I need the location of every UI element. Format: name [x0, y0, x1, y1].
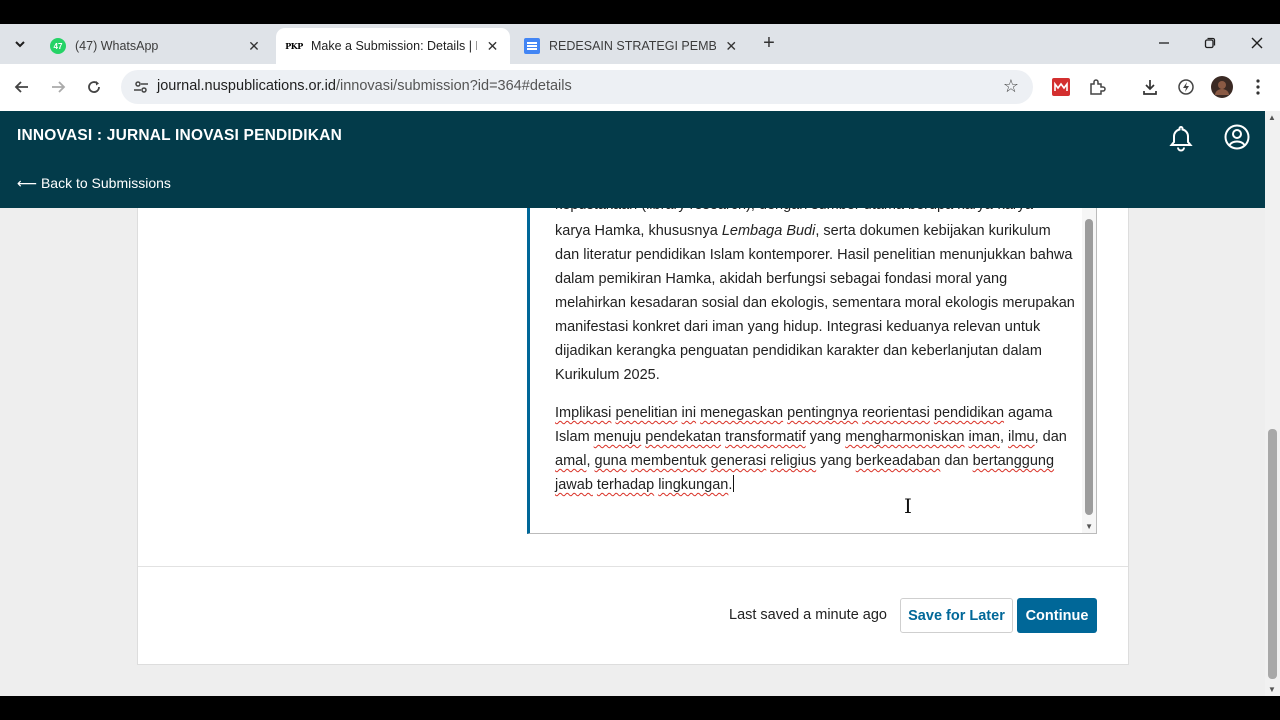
misspelled-word: berkeadaban [855, 453, 941, 469]
new-tab-plus-icon[interactable]: + [758, 32, 780, 54]
misspelled-word: ilmu [1008, 429, 1035, 445]
text-segment: yang [805, 429, 846, 445]
tab-search-chevron-icon[interactable] [8, 32, 32, 56]
misspelled-word: pendidikan [933, 405, 1005, 421]
abstract-paragraph-1: karya Hamka, khususnya Lembaga Budi, ser… [555, 219, 1075, 387]
misspelled-word: jawab [555, 477, 593, 493]
text-segment: , [999, 429, 1009, 445]
window-close-icon[interactable] [1245, 32, 1269, 56]
page-scrollbar-thumb[interactable] [1268, 429, 1277, 679]
tab-google-doc[interactable]: REDESAIN STRATEGI PEMBELAJ ✕ [514, 28, 748, 64]
text-segment: . [728, 477, 733, 493]
misspelled-word: pentingnya [787, 405, 859, 421]
save-for-later-button[interactable]: Save for Later [900, 598, 1013, 633]
p1-text-a: karya Hamka, khususnya [555, 223, 722, 239]
p1-text-b: , serta dokumen kebijakan kurikulum dan … [555, 223, 1075, 383]
google-docs-icon [524, 38, 540, 54]
extensions-puzzle-icon[interactable] [1086, 76, 1108, 98]
bookmark-star-icon[interactable]: ☆ [1003, 76, 1019, 97]
journal-title[interactable]: INNOVASI : JURNAL INOVASI PENDIDIKAN [17, 127, 342, 145]
misspelled-word: bertanggung [972, 453, 1055, 469]
misspelled-word: menegaskan [700, 405, 784, 421]
mendeley-extension-icon[interactable] [1050, 76, 1072, 98]
text-segment: yang [816, 453, 856, 469]
profile-avatar[interactable] [1211, 76, 1233, 98]
misspelled-word: membentuk [630, 453, 707, 469]
site-settings-icon[interactable] [131, 77, 151, 97]
text-cursor-icon: I [904, 494, 912, 518]
misspelled-word: iman [968, 429, 1000, 445]
more-menu-icon[interactable] [1247, 76, 1269, 98]
tab-make-submission[interactable]: PKP Make a Submission: Details | IN ✕ [276, 28, 510, 64]
page-content: kepustakaan (library research), dengan s… [0, 208, 1265, 696]
misspelled-word: guna [594, 453, 627, 469]
misspelled-word: Implikasi [555, 405, 612, 421]
forward-arrow-icon[interactable] [45, 74, 71, 100]
text-caret [733, 475, 735, 492]
misspelled-word: pendekatan [645, 429, 722, 445]
misspelled-word: ini [681, 405, 697, 421]
misspelled-word: lingkungan [658, 477, 729, 493]
url-text: journal.nuspublications.or.id/innovasi/s… [157, 78, 572, 94]
abstract-editor[interactable]: kepustakaan (library research), dengan s… [527, 208, 1097, 534]
misspelled-word: reorientasi [862, 405, 930, 421]
misspelled-word: penelitian [615, 405, 678, 421]
divider [138, 566, 1128, 567]
tab-whatsapp[interactable]: 47 (47) WhatsApp ✕ [40, 28, 272, 64]
editor-scrollbar[interactable]: ▼ [1082, 208, 1096, 533]
editor-scrollbar-thumb[interactable] [1085, 219, 1093, 515]
user-account-icon[interactable] [1224, 124, 1250, 150]
tab-title: (47) WhatsApp [75, 39, 159, 53]
submission-panel: kepustakaan (library research), dengan s… [137, 208, 1129, 665]
whatsapp-icon: 47 [50, 38, 66, 54]
close-icon[interactable]: ✕ [724, 38, 738, 55]
abstract-paragraph-2: Implikasi penelitian ini menegaskan pent… [555, 401, 1075, 497]
scroll-down-arrow-icon[interactable]: ▼ [1268, 685, 1276, 694]
scroll-down-arrow-icon[interactable]: ▼ [1085, 522, 1093, 531]
text-segment: dan [940, 453, 973, 469]
tab-title: Make a Submission: Details | IN [311, 39, 477, 53]
restore-icon[interactable] [1198, 32, 1222, 56]
misspelled-word: mengharmoniskan [845, 429, 965, 445]
performance-icon[interactable] [1175, 76, 1197, 98]
partial-line: kepustakaan (library research), dengan s… [555, 208, 1075, 217]
reload-icon[interactable] [81, 74, 107, 100]
misspelled-word: transformatif [725, 429, 806, 445]
tab-strip: 47 (47) WhatsApp ✕ PKP Make a Submission… [0, 24, 1280, 64]
misspelled-word: terhadap [596, 477, 655, 493]
text-segment: , [586, 453, 595, 469]
address-bar[interactable]: journal.nuspublications.or.id/innovasi/s… [121, 70, 1033, 104]
minimize-icon[interactable] [1152, 32, 1176, 56]
browser-toolbar: journal.nuspublications.or.id/innovasi/s… [0, 64, 1280, 111]
close-icon[interactable]: ✕ [485, 38, 500, 55]
download-icon[interactable] [1139, 76, 1161, 98]
pkp-icon: PKP [285, 41, 303, 51]
back-arrow-icon[interactable] [9, 74, 35, 100]
misspelled-word: religius [770, 453, 817, 469]
p1-book-title: Lembaga Budi [721, 223, 816, 239]
scroll-up-arrow-icon[interactable]: ▲ [1268, 113, 1276, 122]
close-icon[interactable]: ✕ [246, 38, 262, 55]
misspelled-word: generasi [710, 453, 767, 469]
text-segment: , dan [1034, 429, 1067, 445]
misspelled-word: amal [555, 453, 587, 469]
misspelled-word: menuju [593, 429, 642, 445]
url-host: journal.nuspublications.or.id [157, 78, 336, 94]
app-header: INNOVASI : JURNAL INOVASI PENDIDIKAN ⟵ B… [0, 111, 1265, 208]
back-to-submissions-link[interactable]: ⟵ Back to Submissions [17, 175, 171, 192]
notifications-bell-icon[interactable] [1168, 124, 1194, 152]
abstract-text[interactable]: kepustakaan (library research), dengan s… [555, 208, 1075, 511]
tab-title: REDESAIN STRATEGI PEMBELAJ [549, 39, 717, 53]
page-scrollbar[interactable]: ▲ ▼ [1265, 111, 1280, 696]
url-path: /innovasi/submission?id=364#details [335, 78, 572, 94]
last-saved-status: Last saved a minute ago [729, 607, 887, 623]
partial-line-text: kepustakaan (library research), dengan s… [555, 208, 1033, 217]
continue-button[interactable]: Continue [1017, 598, 1097, 633]
